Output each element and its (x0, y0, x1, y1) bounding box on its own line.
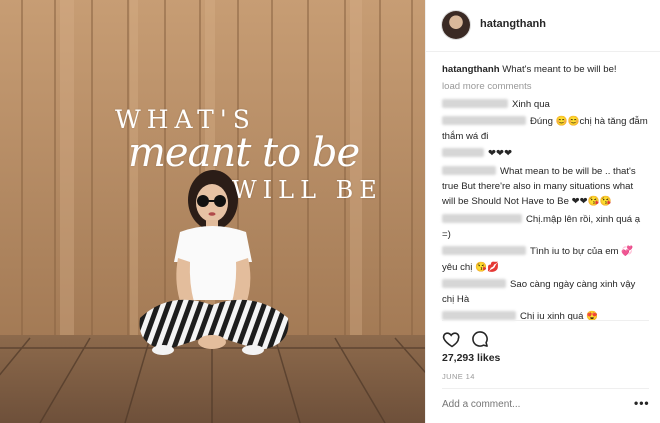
caption: hatangthanh What's meant to be will be! (442, 62, 649, 77)
redacted-username (442, 246, 526, 256)
instagram-post: WHAT'S meant to be WILL BE hatangthanh h… (0, 0, 660, 423)
photo-illustration (0, 0, 425, 423)
comment-item: Chị iu xinh quá 😍 (442, 309, 649, 324)
comment-input-divider (442, 388, 649, 389)
comment-item: Đúng 😊😊chị hà tăng đẫm thắm wá đi (442, 114, 649, 145)
photo-text-line-2: meant to be (128, 130, 360, 176)
comment-text: Xinh qua (512, 98, 550, 110)
add-comment-input[interactable] (442, 399, 622, 410)
comment-list: hatangthanh What's meant to be will be! … (442, 62, 649, 327)
redacted-username (442, 98, 508, 108)
redacted-username (442, 278, 506, 288)
redacted-username (442, 165, 496, 175)
load-more-comments[interactable]: load more comments (442, 79, 649, 94)
actions-divider (442, 320, 649, 321)
post-side-panel: hatangthanh hatangthanh What's meant to … (425, 0, 660, 423)
redacted-username (442, 115, 526, 125)
post-header: hatangthanh (426, 0, 660, 52)
comment-item: Tình iu to bự của em 💞 yêu chị 😘💋 (442, 244, 649, 275)
post-photo[interactable]: WHAT'S meant to be WILL BE (0, 0, 425, 423)
caption-text: What's meant to be will be! (502, 64, 617, 75)
more-options-button[interactable]: ••• (634, 396, 650, 410)
redacted-username (442, 148, 484, 158)
avatar[interactable] (442, 11, 470, 39)
header-username[interactable]: hatangthanh (480, 18, 546, 30)
heart-icon[interactable] (442, 329, 462, 349)
redacted-username (442, 213, 522, 223)
likes-count[interactable]: 27,293 likes (442, 352, 500, 364)
photo-text-line-3: WILL BE (232, 176, 383, 204)
comment-text: ❤❤❤ (488, 148, 513, 160)
comment-item: What mean to be will be .. that's true B… (442, 164, 649, 210)
caption-username[interactable]: hatangthanh (442, 64, 500, 75)
comment-item: Xinh qua (442, 97, 649, 112)
comment-item: ❤❤❤ (442, 146, 649, 161)
post-date: JUNE 14 (442, 372, 475, 381)
comment-item: Chị.mập lên rồi, xinh quá ạ =) (442, 212, 649, 243)
comment-icon[interactable] (470, 329, 490, 349)
comment-item: Sao càng ngày càng xinh vậy chị Hà (442, 277, 649, 308)
